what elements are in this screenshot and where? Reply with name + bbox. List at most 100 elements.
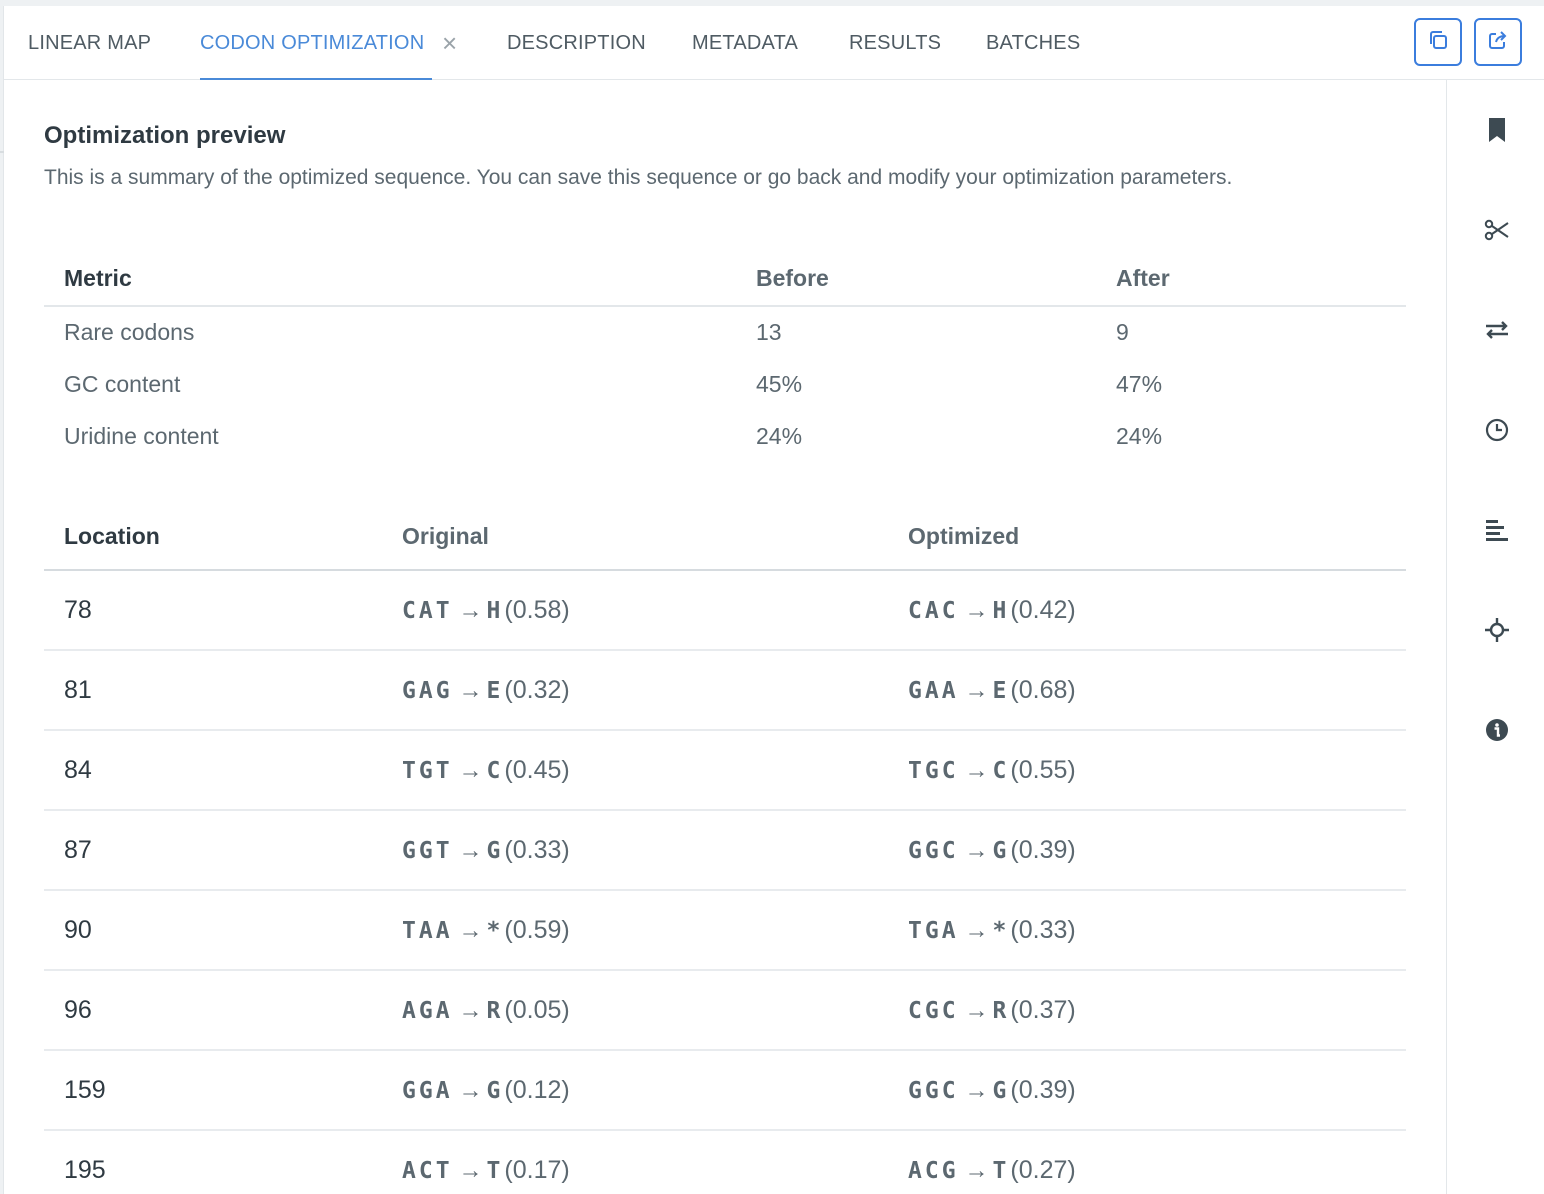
tab-results[interactable]: RESULTS [849, 6, 941, 80]
page-title: Optimization preview [44, 122, 286, 149]
metric-before: 24% [756, 422, 803, 449]
arrow: → [964, 676, 989, 704]
metric-name: Uridine content [64, 422, 219, 449]
amino-acid: * [992, 917, 1007, 944]
metric-before: 13 [756, 319, 782, 345]
location-cell: 81 [44, 650, 402, 731]
info-icon[interactable] [1483, 716, 1511, 744]
metrics-header-metric: Metric [44, 252, 756, 307]
arrow: → [964, 756, 989, 784]
optimized-codon-cell: GAA → E (0.68) [908, 650, 1406, 731]
changes-header-original: Original [402, 504, 908, 571]
codon: GAA [908, 677, 959, 704]
codon: TGT [402, 757, 453, 784]
codon-changes-table: Location Original Optimized 78 CAT → H (0.58… [44, 504, 1406, 1194]
original-codon-cell: GAG → E (0.32) [402, 650, 908, 731]
metrics-row: Uridine content 24% 24% [44, 410, 1406, 462]
tab-codon-optimization[interactable]: CODON OPTIMIZATION [200, 6, 432, 80]
metric-after: 47% [1116, 370, 1163, 397]
codon-score: (0.42) [1010, 595, 1076, 624]
codon-change-row: 81 GAG → E (0.32) GAA → E (0.68) [44, 650, 1406, 731]
optimized-codon-cell: TGC → C (0.55) [908, 730, 1406, 811]
bookmark-icon[interactable] [1483, 116, 1511, 144]
optimized-codon-cell: CAC → H (0.42) [908, 570, 1406, 651]
metrics-row: Rare codons 13 9 [44, 306, 1406, 358]
metrics-table: Metric Before After Rare codons 13 9 GC … [44, 252, 1406, 462]
swap-icon[interactable] [1483, 316, 1511, 344]
codon: ACG [908, 1157, 959, 1184]
optimized-codon-cell: CGC → R (0.37) [908, 970, 1406, 1051]
codon: CAT [402, 597, 453, 624]
amino-acid: C [486, 757, 501, 784]
arrow: → [458, 1076, 483, 1104]
codon-change-row: 78 CAT → H (0.58) CAC → H (0.42) [44, 570, 1406, 651]
arrow: → [458, 756, 483, 784]
metrics-header-after: After [1116, 252, 1406, 307]
target-icon[interactable] [1483, 616, 1511, 644]
original-codon-cell: TAA → * (0.59) [402, 890, 908, 971]
arrow: → [964, 916, 989, 944]
original-codon-cell: GGT → G (0.33) [402, 810, 908, 891]
tab-linear-map[interactable]: LINEAR MAP [28, 6, 151, 80]
metric-after: 9 [1116, 319, 1129, 345]
optimized-codon-cell: GGC → G (0.39) [908, 810, 1406, 891]
codon: GGC [908, 837, 959, 864]
amino-acid: T [486, 1157, 501, 1184]
codon: ACT [402, 1157, 453, 1184]
amino-acid: G [486, 1077, 501, 1104]
codon-score: (0.33) [504, 835, 570, 864]
codon-score: (0.37) [1010, 995, 1076, 1024]
optimized-codon-cell: GGC → G (0.39) [908, 1050, 1406, 1131]
codon: CAC [908, 597, 959, 624]
page-subtitle: This is a summary of the optimized seque… [44, 166, 1233, 189]
codon-score: (0.27) [1010, 1155, 1076, 1184]
amino-acid: T [992, 1157, 1007, 1184]
location-cell: 159 [44, 1050, 402, 1131]
metric-name: GC content [64, 370, 181, 397]
metrics-header-before: Before [756, 252, 1116, 307]
panel-edge-tick [0, 151, 4, 153]
optimized-codon-cell: TGA → * (0.33) [908, 890, 1406, 971]
tab-description[interactable]: DESCRIPTION [507, 6, 646, 80]
tab-batches[interactable]: BATCHES [986, 6, 1080, 80]
codon-score: (0.33) [1010, 915, 1076, 944]
metric-after: 24% [1116, 422, 1163, 449]
codon-change-row: 195 ACT → T (0.17) ACG → T (0.27) [44, 1130, 1406, 1194]
location-cell: 90 [44, 890, 402, 971]
metrics-header-row: Metric Before After [44, 252, 1406, 307]
changes-header-location: Location [44, 504, 402, 571]
codon: AGA [402, 997, 453, 1024]
codon: TGC [908, 757, 959, 784]
arrow: → [964, 996, 989, 1024]
arrow: → [964, 1156, 989, 1184]
original-codon-cell: CAT → H (0.58) [402, 570, 908, 651]
arrow: → [458, 836, 483, 864]
tab-metadata[interactable]: METADATA [692, 6, 798, 80]
changes-header-row: Location Original Optimized [44, 504, 1406, 571]
codon-score: (0.39) [1010, 1075, 1076, 1104]
scissors-icon[interactable] [1483, 216, 1511, 244]
amino-acid: G [992, 1077, 1007, 1104]
codon: GAG [402, 677, 453, 704]
alignment-icon[interactable] [1483, 516, 1511, 544]
codon-change-row: 87 GGT → G (0.33) GGC → G (0.39) [44, 810, 1406, 891]
arrow: → [964, 836, 989, 864]
duplicate-button[interactable] [1414, 18, 1462, 66]
codon-score: (0.05) [504, 995, 570, 1024]
close-tab-icon[interactable]: × [442, 6, 457, 80]
arrow: → [458, 596, 483, 624]
codon-score: (0.58) [504, 595, 570, 624]
codon-score: (0.59) [504, 915, 570, 944]
amino-acid: * [486, 917, 501, 944]
codon: GGC [908, 1077, 959, 1104]
codon-change-row: 159 GGA → G (0.12) GGC → G (0.39) [44, 1050, 1406, 1131]
history-icon[interactable] [1483, 416, 1511, 444]
left-panel-edge [0, 6, 4, 1194]
location-cell: 96 [44, 970, 402, 1051]
codon-score: (0.68) [1010, 675, 1076, 704]
original-codon-cell: TGT → C (0.45) [402, 730, 908, 811]
changes-header-optimized: Optimized [908, 504, 1406, 571]
arrow: → [458, 916, 483, 944]
share-button[interactable] [1474, 18, 1522, 66]
active-tab-underline [200, 78, 432, 80]
